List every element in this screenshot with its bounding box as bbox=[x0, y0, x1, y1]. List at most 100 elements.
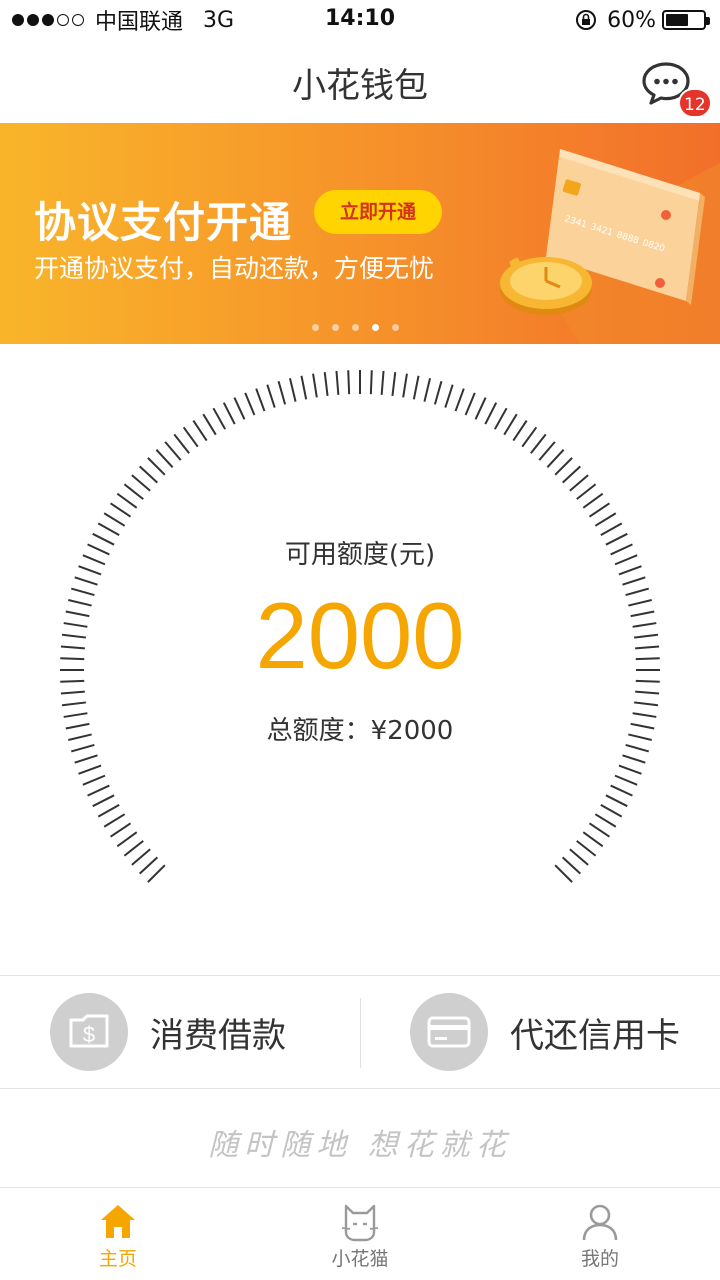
gauge-tick bbox=[576, 483, 597, 500]
gauge-tick bbox=[484, 402, 498, 425]
gauge-tick bbox=[412, 375, 420, 400]
action-row: $ 消费借款 代还信用卡 bbox=[0, 975, 720, 1089]
tab-profile-label: 我的 bbox=[580, 1248, 619, 1270]
gauge-tick bbox=[139, 856, 159, 875]
gauge-tick bbox=[116, 492, 138, 509]
gauge-tick bbox=[116, 831, 138, 848]
gauge-tick bbox=[503, 413, 518, 436]
status-right: 60% bbox=[575, 6, 710, 34]
pager-dot[interactable] bbox=[312, 324, 319, 331]
gauge-tick bbox=[554, 457, 573, 476]
tab-cat[interactable]: 小花猫 bbox=[300, 1188, 420, 1280]
pager-dot[interactable] bbox=[392, 324, 399, 331]
tab-home[interactable]: 主页 bbox=[58, 1188, 178, 1280]
credit-card-repay-label: 代还信用卡 bbox=[510, 1015, 680, 1056]
gauge-tick bbox=[244, 392, 256, 416]
wallet-dollar-icon: $ bbox=[50, 993, 128, 1071]
pager-dot[interactable] bbox=[332, 324, 339, 331]
gauge-tick bbox=[521, 426, 538, 448]
gauge-tick bbox=[78, 764, 102, 775]
rotation-lock-icon bbox=[576, 10, 597, 30]
gauge-tick bbox=[103, 813, 126, 828]
gauge-tick bbox=[300, 375, 308, 400]
gauge-tick bbox=[288, 378, 297, 402]
gauge-tick bbox=[622, 754, 646, 764]
gauge-tick bbox=[182, 426, 199, 448]
gauge-tick bbox=[164, 441, 182, 461]
user-icon bbox=[582, 1204, 618, 1241]
total-credit: 总额度：¥2000 bbox=[266, 716, 454, 746]
gauge-tick bbox=[87, 784, 110, 797]
gauge-tick bbox=[147, 864, 166, 883]
banner-subtitle: 开通协议支付，自动还款，方便无忧 bbox=[34, 254, 435, 283]
gauge-tick bbox=[222, 402, 236, 425]
banner-pager[interactable] bbox=[312, 324, 412, 331]
gauge-tick bbox=[123, 840, 144, 857]
gauge-tick bbox=[110, 822, 132, 838]
credit-card-repay-button[interactable]: 代还信用卡 bbox=[410, 976, 680, 1088]
pager-dot[interactable] bbox=[352, 324, 359, 331]
gauge-tick bbox=[576, 840, 597, 857]
gauge-tick bbox=[582, 492, 604, 509]
gauge-tick bbox=[266, 384, 276, 408]
gauge-tick bbox=[139, 465, 159, 484]
gauge-tick bbox=[277, 380, 287, 405]
activate-now-button[interactable]: 立即开通 bbox=[314, 190, 442, 234]
gauge-tick bbox=[312, 373, 318, 398]
gauge-tick bbox=[633, 701, 659, 707]
available-credit-label: 可用额度(元) bbox=[284, 540, 436, 570]
nav-bar: 小花钱包 12 bbox=[0, 40, 720, 122]
gauge-tick bbox=[546, 449, 565, 469]
gauge-tick bbox=[92, 794, 115, 808]
gauge-tick bbox=[391, 371, 397, 397]
gauge-tick bbox=[380, 370, 385, 395]
gauge-tick bbox=[110, 502, 132, 518]
gauge-tick bbox=[605, 794, 628, 808]
gauge-tick bbox=[202, 413, 217, 436]
action-divider bbox=[360, 998, 361, 1068]
gauge-tick bbox=[444, 384, 454, 408]
pager-dot[interactable] bbox=[372, 324, 379, 331]
card-and-clock-illustration: 2341 3421 8888 0820 bbox=[500, 149, 720, 344]
cat-icon bbox=[341, 1204, 379, 1242]
consumer-loan-label: 消费借款 bbox=[150, 1015, 286, 1056]
gauge-tick bbox=[561, 465, 581, 484]
gauge-tick bbox=[610, 784, 633, 797]
home-icon bbox=[101, 1205, 135, 1238]
gauge-tick bbox=[82, 774, 106, 786]
gauge-tick bbox=[582, 831, 604, 848]
gauge-tick bbox=[554, 864, 573, 883]
gauge-tick bbox=[131, 474, 151, 492]
tab-home-label: 主页 bbox=[98, 1248, 137, 1270]
gauge-tick bbox=[635, 690, 660, 695]
gauge-tick bbox=[60, 690, 85, 695]
consumer-loan-button[interactable]: $ 消费借款 bbox=[50, 976, 286, 1088]
gauge-tick bbox=[61, 701, 87, 707]
gauge-tick bbox=[233, 397, 246, 420]
gauge-tick bbox=[614, 774, 638, 786]
gauge-tick bbox=[369, 370, 373, 395]
gauge-tick bbox=[569, 848, 589, 866]
gauge-tick bbox=[538, 441, 556, 461]
gauge-tick bbox=[335, 370, 340, 395]
battery-percent: 60% bbox=[607, 7, 656, 33]
credit-gauge: 可用额度(元) 2000 总额度：¥2000 bbox=[0, 344, 720, 974]
gauge-tick bbox=[123, 483, 144, 500]
gauge-tick bbox=[255, 388, 266, 412]
slogan: 随时随地 想花就花 bbox=[208, 1128, 512, 1163]
gauge-tick bbox=[454, 388, 465, 412]
battery-icon bbox=[662, 10, 710, 30]
gauge-tick bbox=[131, 848, 151, 866]
credit-card-icon bbox=[410, 993, 488, 1071]
svg-text:$: $ bbox=[83, 1022, 95, 1047]
tab-profile[interactable]: 我的 bbox=[540, 1188, 660, 1280]
gauge-tick bbox=[74, 754, 98, 764]
page-title: 小花钱包 bbox=[292, 66, 428, 106]
tab-bar: 主页 小花猫 我的 bbox=[0, 1187, 720, 1280]
gauge-tick bbox=[323, 371, 329, 397]
promo-banner[interactable]: 协议支付开通 立即开通 开通协议支付，自动还款，方便无忧 2341 3421 8… bbox=[0, 123, 720, 344]
gauge-tick bbox=[402, 373, 408, 398]
gauge-tick bbox=[569, 474, 589, 492]
gauge-tick bbox=[594, 813, 617, 828]
gauge-tick bbox=[512, 420, 528, 442]
